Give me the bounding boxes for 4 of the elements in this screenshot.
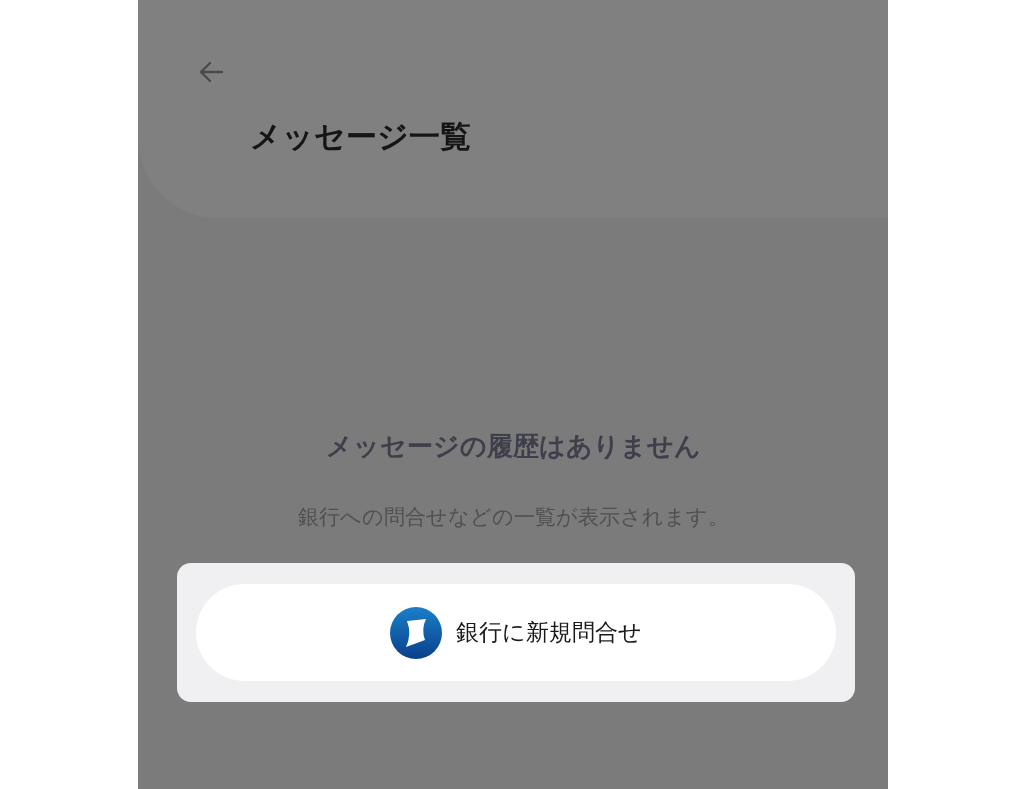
empty-state-title: メッセージの履歴はありません [325, 430, 701, 463]
page-title: メッセージ一覧 [250, 118, 471, 156]
bank-logo-icon [390, 606, 442, 659]
new-inquiry-button[interactable]: 銀行に新規問合せ [196, 584, 836, 682]
